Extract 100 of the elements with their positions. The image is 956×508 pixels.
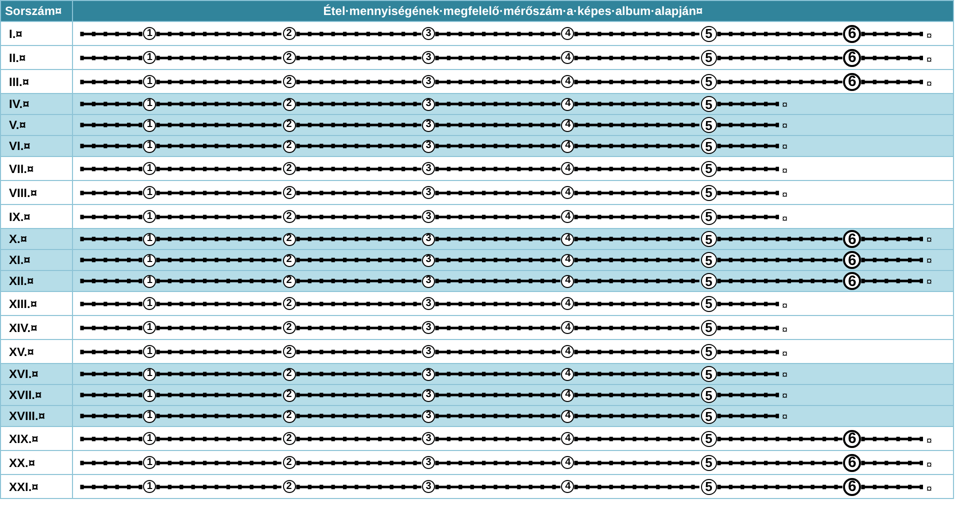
circled-number: 3: [422, 140, 435, 152]
dotted-line-drawing: [861, 78, 924, 86]
cell-end-mark: ¤: [926, 483, 932, 497]
circled-number: 4: [561, 480, 574, 493]
circled-number: 2: [282, 162, 296, 175]
dotted-line-drawing: [80, 142, 144, 150]
dotted-line-drawing: [80, 54, 144, 62]
row-number: V.¤: [9, 117, 26, 134]
circled-number: 2: [282, 321, 296, 334]
row-number: XI.¤: [9, 252, 30, 269]
circled-number: 2: [282, 210, 296, 223]
circled-number: 6: [843, 48, 862, 66]
dotted-line-drawing: [861, 434, 924, 442]
circled-number: 6: [843, 251, 862, 269]
dotted-line-drawing: [80, 348, 144, 356]
cell-end-mark: ¤: [782, 348, 788, 362]
circled-number: 1: [143, 410, 156, 422]
circled-number: 6: [843, 24, 862, 42]
circled-number: 6: [843, 430, 862, 448]
cell-end-mark: ¤: [926, 459, 932, 473]
cell-end-mark: ¤: [782, 300, 788, 314]
circled-number: 3: [422, 345, 435, 358]
dotted-line-drawing: [716, 348, 779, 356]
row-number: VII.¤: [9, 160, 34, 178]
circled-number: 6: [843, 230, 862, 248]
circled-number: 3: [422, 368, 435, 380]
circled-number: 4: [561, 321, 574, 334]
circled-number: 1: [143, 186, 156, 199]
dotted-line-drawing: [716, 391, 779, 399]
circled-number: 4: [561, 432, 574, 445]
circled-number: 2: [282, 75, 296, 88]
column-header: Étel·mennyiségének·megfelelő·mérőszám·a·képes·album·alapján¤: [322, 3, 704, 20]
circled-number: 4: [561, 274, 574, 288]
cell-end-mark: ¤: [782, 213, 788, 227]
cell-end-mark: ¤: [926, 54, 932, 68]
dotted-line-drawing: [80, 30, 144, 38]
dotted-line-drawing: [80, 235, 144, 243]
dotted-line-drawing: [80, 300, 144, 308]
circled-number: 2: [282, 368, 296, 380]
circled-number: 5: [700, 160, 717, 176]
circled-number: 2: [282, 432, 296, 445]
row-number: X.¤: [9, 231, 28, 248]
dotted-line-drawing: [716, 121, 779, 129]
circled-number: 2: [282, 388, 296, 402]
circled-number: 1: [143, 98, 156, 110]
circled-number: 4: [561, 456, 574, 469]
row-number: VI.¤: [9, 138, 30, 155]
cell-end-mark: ¤: [782, 120, 788, 134]
dotted-line-drawing: [80, 256, 144, 264]
circled-number: 3: [422, 456, 435, 469]
circled-number: 5: [700, 50, 717, 66]
dotted-line-drawing: [716, 142, 779, 150]
row-number: XII.¤: [9, 273, 34, 290]
row-number: XX.¤: [9, 454, 36, 472]
circled-number: 4: [561, 140, 574, 152]
circled-number: 2: [282, 254, 296, 266]
row-number: XIV.¤: [9, 320, 38, 336]
dotted-line-drawing: [861, 482, 924, 490]
circled-number: 3: [422, 162, 435, 175]
circled-number: 2: [282, 27, 296, 40]
circled-number: 1: [143, 321, 156, 334]
dotted-line-drawing: [80, 434, 144, 442]
circled-number: 1: [143, 297, 156, 310]
row-number: XVIII.¤: [9, 408, 46, 425]
dotted-line-drawing: [80, 164, 144, 172]
cell-end-mark: ¤: [782, 324, 788, 338]
circled-number: 2: [282, 232, 296, 246]
circled-number: 3: [422, 388, 435, 402]
cell-end-mark: ¤: [782, 99, 788, 113]
circled-number: 5: [700, 117, 717, 133]
row-number: III.¤: [9, 74, 30, 90]
dotted-line-drawing: [80, 78, 144, 86]
dotted-line-drawing: [80, 391, 144, 399]
cell-end-mark: ¤: [782, 390, 788, 404]
cell-end-mark: ¤: [926, 234, 932, 248]
circled-number: 2: [282, 98, 296, 110]
circled-number: 5: [700, 430, 717, 446]
row-number: I.¤: [9, 26, 22, 42]
circled-number: 3: [422, 410, 435, 422]
circled-number: 4: [561, 297, 574, 310]
dotted-line-drawing: [80, 121, 144, 129]
circled-number: 4: [561, 162, 574, 175]
circled-number: 5: [700, 96, 717, 112]
row-number: XVII.¤: [9, 387, 42, 404]
circled-number: 5: [700, 344, 717, 360]
circled-number: 1: [143, 388, 156, 402]
cell-end-mark: ¤: [926, 276, 932, 290]
circled-number: 3: [422, 51, 435, 64]
circled-number: 1: [143, 75, 156, 88]
circled-number: 3: [422, 254, 435, 266]
dotted-line-drawing: [716, 100, 779, 108]
circled-number: 5: [700, 252, 717, 268]
circled-number: 6: [843, 478, 862, 496]
circled-number: 6: [843, 72, 862, 90]
circled-number: 5: [700, 74, 717, 90]
circled-number: 5: [700, 454, 717, 470]
row-number: XVI.¤: [9, 366, 38, 383]
dotted-line-drawing: [80, 370, 144, 378]
dotted-line-drawing: [80, 324, 144, 332]
dotted-line-drawing: [716, 164, 779, 172]
